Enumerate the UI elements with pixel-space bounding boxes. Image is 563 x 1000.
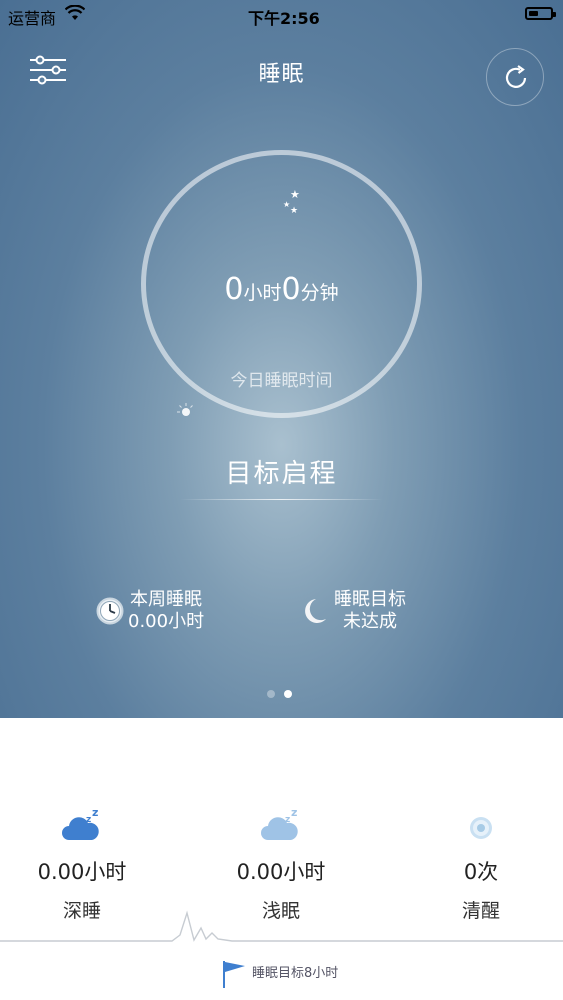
svg-text:z: z bbox=[92, 806, 98, 819]
page-title: 睡眠 bbox=[258, 62, 305, 87]
minutes-unit: 分钟 bbox=[300, 282, 339, 304]
status-bar: 运营商 下午2:56 bbox=[0, 0, 563, 30]
sleep-goal-label: 睡眠目标8小时 bbox=[252, 966, 339, 981]
deep-sleep-value: 0.00小时 bbox=[37, 860, 127, 884]
sleep-goal-status: 未达成 bbox=[343, 611, 397, 632]
awake-count: 0次 bbox=[463, 860, 499, 884]
awake-eye-icon bbox=[470, 817, 492, 839]
today-sleep-label: 今日睡眠时间 bbox=[230, 371, 333, 391]
light-sleep-cloud-icon: z z bbox=[261, 806, 298, 840]
svg-text:z: z bbox=[285, 815, 290, 825]
light-sleep-metric: z z 0.00小时 浅眠 bbox=[191, 806, 371, 923]
awake-metric: 0次 清醒 bbox=[391, 806, 563, 923]
light-sleep-value: 0.00小时 bbox=[236, 860, 326, 884]
sleep-goal-target: 睡眠目标8小时 bbox=[222, 961, 339, 988]
sleep-goal-stat: 睡眠目标 未达成 bbox=[302, 589, 406, 633]
sun-marker-icon bbox=[177, 403, 193, 416]
hours-unit: 小时 bbox=[243, 282, 282, 304]
page-dot-1[interactable] bbox=[267, 690, 275, 698]
svg-text:z: z bbox=[291, 806, 297, 819]
refresh-icon bbox=[505, 65, 527, 88]
page-dot-2[interactable] bbox=[284, 690, 292, 698]
sleep-wave-line bbox=[0, 910, 563, 942]
wifi-icon bbox=[65, 5, 85, 20]
week-sleep-title: 本周睡眠 bbox=[130, 589, 203, 610]
flag-icon bbox=[223, 961, 245, 988]
sleep-hero-panel: 运营商 下午2:56 睡眠 ★ ★ ★ 0小时0分钟 今日睡眠时间 目标启程 本… bbox=[0, 0, 563, 718]
start-goal-button[interactable]: 目标启程 bbox=[180, 453, 383, 490]
week-sleep-value: 0.00小时 bbox=[128, 611, 205, 632]
sleep-breakdown-panel: z z 0.00小时 深睡 z z 0.00小时 浅眠 0次 清醒 睡眠目标8小… bbox=[0, 718, 563, 1000]
sleep-hours: 0 bbox=[224, 272, 244, 307]
sleep-goal-title: 睡眠目标 bbox=[334, 589, 406, 610]
carrier-name: 运营商 bbox=[8, 9, 57, 28]
page-indicator[interactable] bbox=[267, 683, 301, 702]
deep-sleep-cloud-icon: z z bbox=[62, 806, 99, 840]
svg-text:★: ★ bbox=[290, 206, 298, 216]
refresh-button[interactable] bbox=[486, 48, 544, 106]
crescent-moon-icon bbox=[305, 599, 326, 623]
sleep-minutes: 0 bbox=[281, 272, 301, 307]
svg-text:★: ★ bbox=[290, 188, 300, 201]
clock-icon bbox=[96, 597, 124, 625]
status-time: 下午2:56 bbox=[248, 9, 320, 28]
battery-icon bbox=[525, 7, 556, 20]
svg-text:z: z bbox=[86, 815, 91, 825]
today-sleep-duration: 0小时0分钟 bbox=[141, 272, 422, 307]
moon-stars-icon: ★ ★ ★ bbox=[272, 188, 300, 217]
goal-underline bbox=[180, 499, 383, 500]
deep-sleep-metric: z z 0.00小时 深睡 bbox=[0, 806, 172, 923]
week-sleep-stat: 本周睡眠 0.00小时 bbox=[96, 589, 204, 633]
